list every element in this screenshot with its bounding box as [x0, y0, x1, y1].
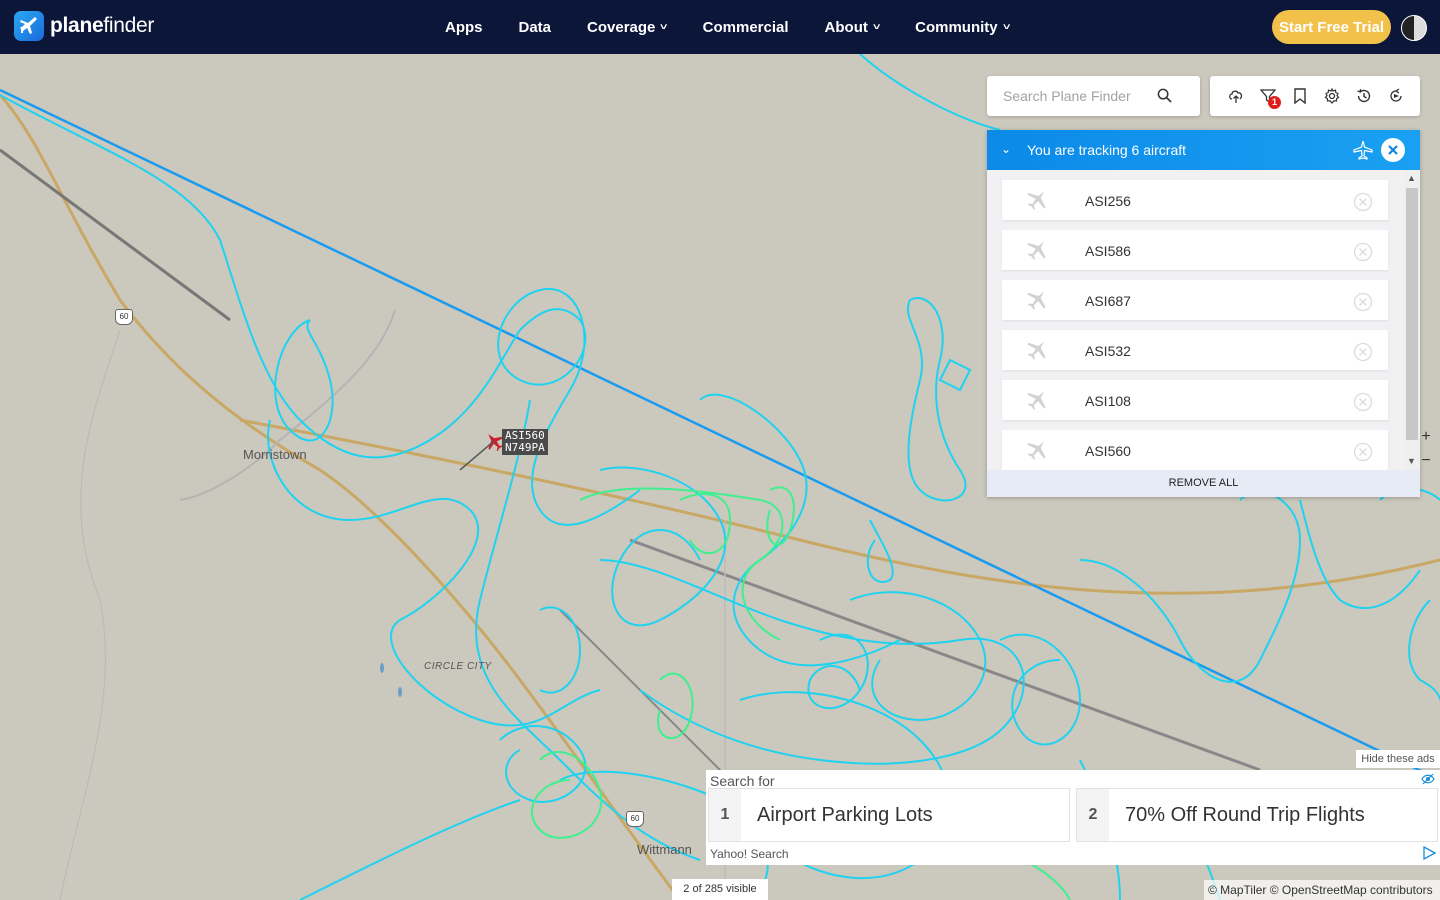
nav-commercial[interactable]: Commercial	[685, 19, 807, 36]
aircraft-icon	[1027, 291, 1046, 310]
user-avatar[interactable]	[1401, 15, 1427, 41]
aircraft-label[interactable]: ASI560 N749PA	[502, 429, 548, 455]
highway-shield: 60	[115, 309, 133, 325]
aircraft-icon	[1027, 191, 1046, 210]
nav-data[interactable]: Data	[501, 19, 570, 36]
remove-circle-x-icon[interactable]	[1353, 342, 1373, 362]
tracked-aircraft-item[interactable]: ASI108	[1002, 380, 1388, 420]
remove-circle-x-icon[interactable]	[1353, 242, 1373, 262]
aircraft-icon	[1027, 241, 1046, 260]
visible-aircraft-count: 2 of 285 visible	[672, 879, 768, 900]
aircraft-callsign: ASI586	[1085, 243, 1131, 259]
logo-plane-icon	[14, 11, 44, 41]
zoom-out-button[interactable]: −	[1418, 452, 1434, 472]
collapse-chevron-icon[interactable]: ⌄	[1001, 142, 1011, 156]
zoom-in-button[interactable]: +	[1418, 428, 1434, 448]
main-nav: Apps Data Coverage ˅ Commercial About ˅ Co…	[427, 0, 1027, 54]
map-toolbar: 1	[1210, 76, 1420, 116]
top-navigation-bar: planefinder Apps Data Coverage ˅ Commerci…	[0, 0, 1440, 54]
adchoices-icon[interactable]	[1422, 846, 1436, 860]
search-box	[987, 76, 1200, 116]
search-input[interactable]	[1001, 87, 1165, 105]
filter-icon[interactable]: 1	[1252, 80, 1284, 112]
chevron-down-icon: ˅	[660, 22, 668, 32]
ad-link-item[interactable]: 1 Airport Parking Lots	[708, 788, 1070, 842]
tracked-aircraft-item[interactable]: ASI687	[1002, 280, 1388, 320]
remove-circle-x-icon[interactable]	[1353, 192, 1373, 212]
aircraft-icon	[1027, 391, 1046, 410]
tracked-aircraft-item[interactable]: ASI532	[1002, 330, 1388, 370]
hide-ads-button[interactable]: Hide these ads	[1356, 750, 1440, 768]
playback-icon[interactable]	[1380, 80, 1412, 112]
cloud-upload-icon[interactable]	[1220, 80, 1252, 112]
scroll-up-arrow-icon[interactable]: ▲	[1407, 173, 1416, 183]
nav-coverage[interactable]: Coverage ˅	[569, 19, 685, 36]
tracking-panel-header: ⌄ You are tracking 6 aircraft	[987, 130, 1420, 170]
aircraft-callsign: ASI687	[1085, 293, 1131, 309]
aircraft-registration: N749PA	[505, 441, 545, 454]
tracking-panel: ⌄ You are tracking 6 aircraft ASI256 ASI…	[987, 130, 1420, 497]
tracked-aircraft-list: ASI256 ASI586 ASI687 ASI532 ASI108 ASI56…	[987, 170, 1404, 470]
ad-provider-label: Yahoo! Search	[710, 847, 789, 861]
nav-community[interactable]: Community ˅	[897, 19, 1027, 36]
ad-item-number: 1	[709, 789, 741, 841]
remove-circle-x-icon[interactable]	[1353, 392, 1373, 412]
remove-all-button[interactable]: REMOVE ALL	[987, 470, 1420, 497]
remove-circle-x-icon[interactable]	[1353, 292, 1373, 312]
ad-visibility-eye-icon[interactable]	[1421, 773, 1435, 785]
tracking-list-scrollbar[interactable]: ▲ ▼	[1404, 170, 1420, 470]
ad-item-number: 2	[1077, 789, 1109, 841]
logo-text-bold: plane	[50, 14, 104, 37]
map-attribution[interactable]: © MapTiler © OpenStreetMap contributors	[1204, 880, 1440, 900]
highway-shield: 60	[626, 811, 644, 827]
ad-item-text: 70% Off Round Trip Flights	[1125, 804, 1365, 826]
bookmark-icon[interactable]	[1284, 80, 1316, 112]
settings-gear-icon[interactable]	[1316, 80, 1348, 112]
logo-text-rest: finder	[103, 14, 155, 37]
tracked-aircraft-item[interactable]: ASI560	[1002, 430, 1388, 470]
place-label: Morristown	[243, 447, 307, 462]
scroll-down-arrow-icon[interactable]: ▼	[1407, 456, 1416, 466]
planefinder-logo[interactable]: planefinder	[14, 11, 154, 41]
start-free-trial-button[interactable]: Start Free Trial	[1272, 10, 1391, 44]
remove-circle-x-icon[interactable]	[1353, 442, 1373, 462]
aircraft-callsign: ASI108	[1085, 393, 1131, 409]
aircraft-callsign: ASI560	[1085, 443, 1131, 459]
place-label: CIRCLE CITY	[424, 661, 492, 672]
nav-about[interactable]: About ˅	[807, 19, 898, 36]
place-label: Wittmann	[637, 842, 692, 857]
aircraft-icon	[1027, 441, 1046, 460]
ad-item-text: Airport Parking Lots	[757, 804, 933, 826]
search-icon[interactable]	[1157, 88, 1172, 103]
close-icon	[1388, 145, 1398, 155]
history-clock-icon[interactable]	[1348, 80, 1380, 112]
tracked-aircraft-item[interactable]: ASI256	[1002, 180, 1388, 220]
ad-search-for-label: Search for	[710, 773, 775, 789]
aircraft-callsign: ASI256	[1085, 193, 1131, 209]
plane-outline-icon[interactable]	[1353, 140, 1373, 163]
scrollbar-thumb[interactable]	[1406, 188, 1418, 440]
aircraft-callsign: ASI532	[1085, 343, 1131, 359]
chevron-down-icon: ˅	[1002, 22, 1010, 32]
tracked-aircraft-item[interactable]: ASI586	[1002, 230, 1388, 270]
aircraft-icon	[1027, 341, 1046, 360]
search-ad-panel: Search for 1 Airport Parking Lots 2 70% …	[706, 770, 1440, 865]
filter-count-badge: 1	[1268, 96, 1281, 109]
ad-link-item[interactable]: 2 70% Off Round Trip Flights	[1076, 788, 1438, 842]
nav-apps[interactable]: Apps	[427, 19, 501, 36]
tracking-title: You are tracking 6 aircraft	[1027, 142, 1187, 158]
chevron-down-icon: ˅	[872, 22, 881, 32]
close-panel-button[interactable]	[1381, 138, 1405, 162]
